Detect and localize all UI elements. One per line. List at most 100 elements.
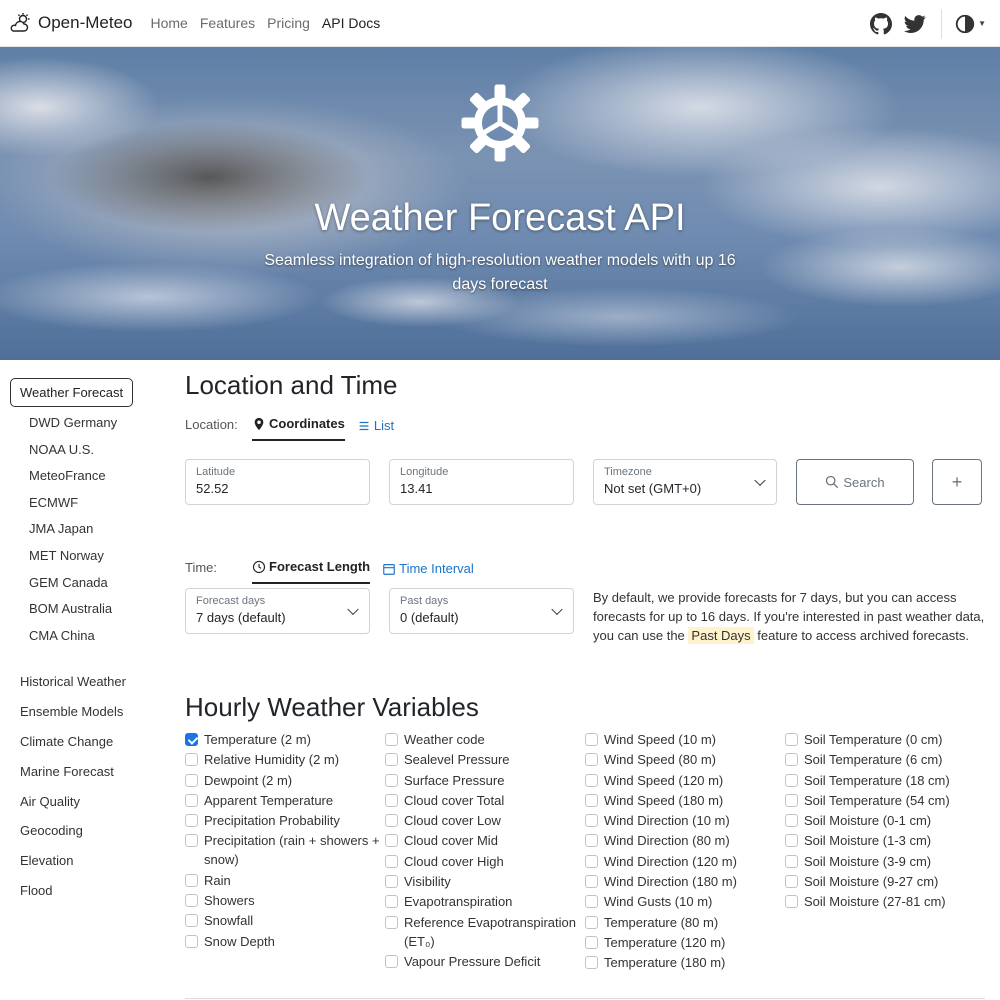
checkbox[interactable] [785,773,798,787]
checkbox[interactable] [585,733,598,746]
sidebar-item-flood[interactable]: Flood [10,883,170,913]
brand-link[interactable]: Open-Meteo [8,11,133,35]
checkbox[interactable] [785,814,798,828]
checkbox[interactable] [585,935,598,949]
tab-forecast-length[interactable]: Forecast Length [252,559,371,584]
checkbox[interactable] [585,793,598,807]
variable-checkbox-item[interactable]: Weather code [385,730,585,749]
sidebar-item-elevation[interactable]: Elevation [10,853,170,883]
variable-checkbox-item[interactable]: Soil Moisture (1-3 cm) [785,831,985,850]
checkbox[interactable] [385,814,398,828]
variable-checkbox-item[interactable]: Wind Direction (120 m) [585,852,785,871]
checkbox[interactable] [385,895,398,909]
variable-checkbox-item[interactable]: Wind Speed (80 m) [585,750,785,769]
sidebar-subitem-bom-australia[interactable]: BOM Australia [10,601,170,628]
checkbox[interactable] [185,914,198,928]
variable-checkbox-item[interactable]: Soil Moisture (0-1 cm) [785,811,985,830]
past-days-select[interactable]: Past days 0 (default) [389,588,574,634]
github-icon[interactable] [869,12,893,36]
checkbox[interactable] [385,954,398,968]
variable-checkbox-item[interactable]: Cloud cover High [385,852,585,871]
checkbox[interactable] [785,834,798,848]
variable-checkbox-item[interactable]: Snowfall [185,911,385,930]
sidebar-subitem-meteofrance[interactable]: MeteoFrance [10,468,170,495]
tab-time-interval[interactable]: Time Interval [382,561,474,584]
checkbox[interactable] [585,753,598,767]
variable-checkbox-item[interactable]: Wind Speed (180 m) [585,791,785,810]
checkbox[interactable] [185,773,198,787]
variable-checkbox-item[interactable]: Showers [185,891,385,910]
variable-checkbox-item[interactable]: Temperature (120 m) [585,933,785,952]
longitude-field[interactable]: Longitude 13.41 [389,459,574,505]
checkbox[interactable] [185,793,198,807]
tab-coordinates[interactable]: Coordinates [252,416,345,441]
twitter-icon[interactable] [903,12,927,36]
variable-checkbox-item[interactable]: Wind Direction (80 m) [585,831,785,850]
variable-checkbox-item[interactable]: Relative Humidity (2 m) [185,750,385,769]
checkbox[interactable] [585,915,598,929]
checkbox[interactable] [185,753,198,767]
checkbox[interactable] [785,753,798,767]
checkbox[interactable] [385,834,398,848]
variable-checkbox-item[interactable]: Cloud cover Low [385,811,585,830]
variable-checkbox-item[interactable]: Soil Moisture (27-81 cm) [785,892,985,911]
nav-link-home[interactable]: Home [151,15,188,31]
variable-checkbox-item[interactable]: Wind Direction (180 m) [585,872,785,891]
timezone-select[interactable]: Timezone Not set (GMT+0) [593,459,777,505]
checkbox[interactable] [785,895,798,909]
checkbox[interactable] [585,814,598,828]
sidebar-subitem-dwd-germany[interactable]: DWD Germany [10,415,170,442]
variable-checkbox-item[interactable]: Precipitation Probability [185,811,385,830]
sidebar-subitem-cma-china[interactable]: CMA China [10,628,170,655]
variable-checkbox-item[interactable]: Soil Temperature (54 cm) [785,791,985,810]
variable-checkbox-item[interactable]: Temperature (80 m) [585,913,785,932]
variable-checkbox-item[interactable]: Surface Pressure [385,771,585,790]
checkbox[interactable] [185,894,198,908]
variable-checkbox-item[interactable]: Vapour Pressure Deficit [385,952,585,971]
sidebar-subitem-noaa[interactable]: NOAA U.S. [10,442,170,469]
checkbox[interactable] [785,854,798,868]
sidebar-item-climate-change[interactable]: Climate Change [10,734,170,764]
checkbox[interactable] [585,875,598,889]
checkbox[interactable] [585,895,598,909]
variable-checkbox-item[interactable]: Temperature (180 m) [585,953,785,972]
checkbox[interactable] [185,733,198,746]
variable-checkbox-item[interactable]: Cloud cover Total [385,791,585,810]
variable-checkbox-item[interactable]: Soil Temperature (18 cm) [785,771,985,790]
variable-checkbox-item[interactable]: Sealevel Pressure [385,750,585,769]
theme-toggle[interactable]: ▼ [954,13,986,35]
checkbox[interactable] [185,934,198,948]
checkbox[interactable] [385,793,398,807]
sidebar-item-historical-weather[interactable]: Historical Weather [10,674,170,704]
checkbox[interactable] [785,733,798,746]
checkbox[interactable] [385,773,398,787]
checkbox[interactable] [185,834,198,848]
sidebar-subitem-ecmwf[interactable]: ECMWF [10,495,170,522]
variable-checkbox-item[interactable]: Dewpoint (2 m) [185,771,385,790]
variable-checkbox-item[interactable]: Soil Temperature (0 cm) [785,730,985,749]
checkbox[interactable] [185,814,198,828]
variable-checkbox-item[interactable]: Cloud cover Mid [385,831,585,850]
checkbox[interactable] [385,915,398,929]
variable-checkbox-item[interactable]: Wind Speed (10 m) [585,730,785,749]
tab-list[interactable]: List [357,418,394,441]
checkbox[interactable] [385,733,398,746]
sidebar-item-air-quality[interactable]: Air Quality [10,794,170,824]
variable-checkbox-item[interactable]: Visibility [385,872,585,891]
sidebar-subitem-jma-japan[interactable]: JMA Japan [10,521,170,548]
checkbox[interactable] [785,793,798,807]
sidebar-item-geocoding[interactable]: Geocoding [10,823,170,853]
checkbox[interactable] [585,956,598,970]
variable-checkbox-item[interactable]: Reference Evapotranspiration (ET₀) [385,913,585,951]
nav-link-features[interactable]: Features [200,15,255,31]
checkbox[interactable] [585,834,598,848]
checkbox[interactable] [385,854,398,868]
nav-link-pricing[interactable]: Pricing [267,15,310,31]
variable-checkbox-item[interactable]: Snow Depth [185,932,385,951]
variable-checkbox-item[interactable]: Rain [185,871,385,890]
sidebar-item-ensemble-models[interactable]: Ensemble Models [10,704,170,734]
checkbox[interactable] [585,854,598,868]
variable-checkbox-item[interactable]: Wind Gusts (10 m) [585,892,785,911]
variable-checkbox-item[interactable]: Soil Moisture (9-27 cm) [785,872,985,891]
checkbox[interactable] [385,753,398,767]
